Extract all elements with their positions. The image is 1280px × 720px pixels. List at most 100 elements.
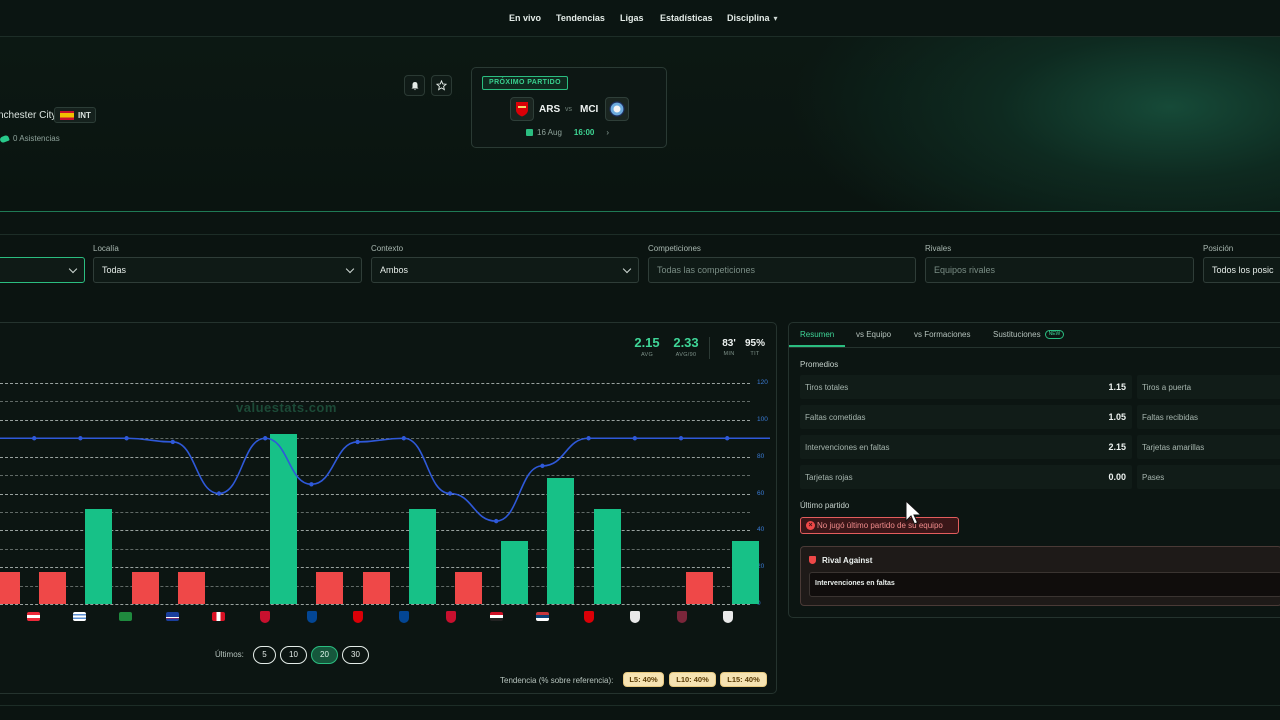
crest-real-madrid-icon: [630, 611, 640, 623]
active-tab-indicator: [789, 345, 845, 347]
rival-stat-label: Intervenciones en faltas: [815, 580, 895, 587]
filter-label-contexto: Contexto: [371, 244, 404, 253]
stat-avg-label: AVG: [640, 352, 654, 358]
stat-value-tarjetas-rojas: 0.00: [1108, 472, 1126, 482]
chevron-right-icon: ›: [606, 128, 610, 137]
mouse-cursor-icon: [905, 500, 923, 525]
minutes-point[interactable]: [355, 439, 360, 445]
calendar-icon: [526, 129, 533, 136]
minutes-point[interactable]: [216, 491, 222, 496]
minutes-point[interactable]: [32, 436, 37, 441]
minutes-point[interactable]: [78, 436, 83, 441]
minutes-point[interactable]: [309, 482, 314, 487]
filter-posicion[interactable]: Todos los posic: [1203, 257, 1280, 283]
nav-tendencias[interactable]: Tendencias: [556, 13, 605, 23]
filter-label-localia: Localía: [93, 244, 119, 253]
stat-label-tiros-totales: Tiros totales: [805, 383, 849, 392]
filter-localia-value: Todas: [102, 265, 127, 275]
minutes-point[interactable]: [124, 436, 129, 441]
filter-competiciones-placeholder: Todas las competiciones: [657, 265, 756, 275]
boot-icon: [0, 134, 10, 143]
stat-label-tarjetas-amarillas: Tarjetas amarillas: [1142, 443, 1205, 452]
match-date: 16 Aug: [537, 128, 562, 137]
filter-posicion-value: Todos los posic: [1212, 265, 1274, 275]
stat-row: [800, 375, 1132, 399]
stat-tit-value: 95%: [744, 338, 765, 349]
minutes-point[interactable]: [494, 518, 499, 524]
minutes-point[interactable]: [263, 436, 268, 441]
minutes-point[interactable]: [725, 436, 730, 441]
filter-localia[interactable]: Todas: [93, 257, 362, 283]
chevron-down-icon: [622, 264, 632, 274]
stat-label-intervenciones: Intervenciones en faltas: [805, 443, 890, 452]
minutes-point[interactable]: [632, 436, 637, 441]
nav-estadisticas[interactable]: Estadísticas: [660, 13, 713, 23]
top-nav: En vivo Tendencias Ligas Estadísticas Di…: [0, 0, 1280, 37]
last-5-button[interactable]: 5: [253, 646, 276, 664]
minutes-point[interactable]: [678, 436, 684, 441]
stat-value-tiros-totales: 1.15: [1108, 382, 1126, 392]
flag-saudi-icon: [119, 612, 132, 621]
minutes-point[interactable]: [170, 439, 175, 445]
nav-disciplina[interactable]: Disciplina ▾: [727, 13, 778, 23]
trend-l5-badge: L5: 40%: [623, 672, 664, 687]
last-30-button[interactable]: 30: [342, 646, 369, 664]
stat-avg90-value: 2.33: [673, 335, 699, 350]
flag-austria-icon: [27, 612, 40, 621]
nav-en-vivo[interactable]: En vivo: [509, 13, 541, 23]
stat-tit: 95% TIT: [742, 338, 768, 357]
match-time: 16:00: [573, 128, 595, 137]
tab-sustituciones-label: Sustituciones: [993, 330, 1041, 339]
chevron-down-icon: [68, 264, 78, 274]
footer-divider: [0, 705, 1280, 706]
no-play-warning: × No jugó último partido de su equipo: [800, 517, 959, 534]
minutes-line-chart: [0, 436, 770, 524]
flag-serbia-icon: [536, 612, 549, 621]
assists-text: 0 Asistencias: [13, 134, 60, 143]
tab-vs-formaciones[interactable]: vs Formaciones: [914, 330, 970, 339]
promedios-title: Promedios: [800, 360, 839, 369]
spain-flag-icon: [60, 110, 74, 120]
crest-chelsea-icon: [307, 611, 317, 623]
stat-value-intervenciones: 2.15: [1108, 442, 1126, 452]
player-club: nchester City: [0, 110, 57, 121]
minutes-point[interactable]: [540, 463, 545, 469]
tabs-divider: [789, 347, 1280, 348]
last-n-label: Últimos:: [215, 650, 244, 659]
minutes-point[interactable]: [586, 436, 591, 441]
filter-contexto[interactable]: Ambos: [371, 257, 639, 283]
filter-select-active[interactable]: [0, 257, 85, 283]
away-team: MCI: [580, 104, 599, 115]
nationality-badge: INT: [54, 107, 96, 123]
flag-egypt-icon: [490, 612, 503, 621]
stat-tit-label: TIT: [750, 351, 760, 357]
tab-resumen[interactable]: Resumen: [800, 330, 834, 339]
tab-vs-equipo[interactable]: vs Equipo: [856, 330, 891, 339]
favorite-button[interactable]: [431, 75, 452, 96]
minutes-point[interactable]: [447, 491, 453, 496]
filter-label-rivales: Rivales: [925, 244, 952, 253]
stat-label-faltas-recibidas: Faltas recibidas: [1142, 413, 1199, 422]
chevron-down-icon: ▾: [773, 14, 778, 23]
stat-value-faltas-cometidas: 1.05: [1108, 412, 1126, 422]
filter-competiciones[interactable]: Todas las competiciones: [648, 257, 916, 283]
star-icon: [436, 80, 447, 91]
nav-ligas[interactable]: Ligas: [620, 13, 644, 23]
ultimo-partido-title: Último partido: [800, 501, 850, 510]
home-team: ARS: [539, 104, 561, 115]
next-match-card[interactable]: PRÓXIMO PARTIDO ARS vs MCI 16 Aug 16:00 …: [471, 67, 667, 148]
trend-l10-badge: L10: 40%: [669, 672, 716, 687]
flag-cape-verde-icon: [166, 612, 179, 621]
crest-west-ham-icon: [677, 611, 687, 623]
last-10-button[interactable]: 10: [280, 646, 307, 664]
crest-chelsea-icon: [399, 611, 409, 623]
crest-real-madrid-icon: [723, 611, 733, 623]
trend-label: Tendencia (% sobre referencia):: [500, 676, 614, 685]
man-city-crest-icon: [605, 97, 629, 121]
bell-button[interactable]: [404, 75, 425, 96]
minutes-point[interactable]: [401, 436, 406, 441]
stat-min-value: 83': [722, 338, 736, 349]
filter-rivales[interactable]: Equipos rivales: [925, 257, 1194, 283]
tab-sustituciones[interactable]: Sustituciones NEW: [993, 330, 1065, 340]
last-20-button[interactable]: 20: [311, 646, 338, 664]
